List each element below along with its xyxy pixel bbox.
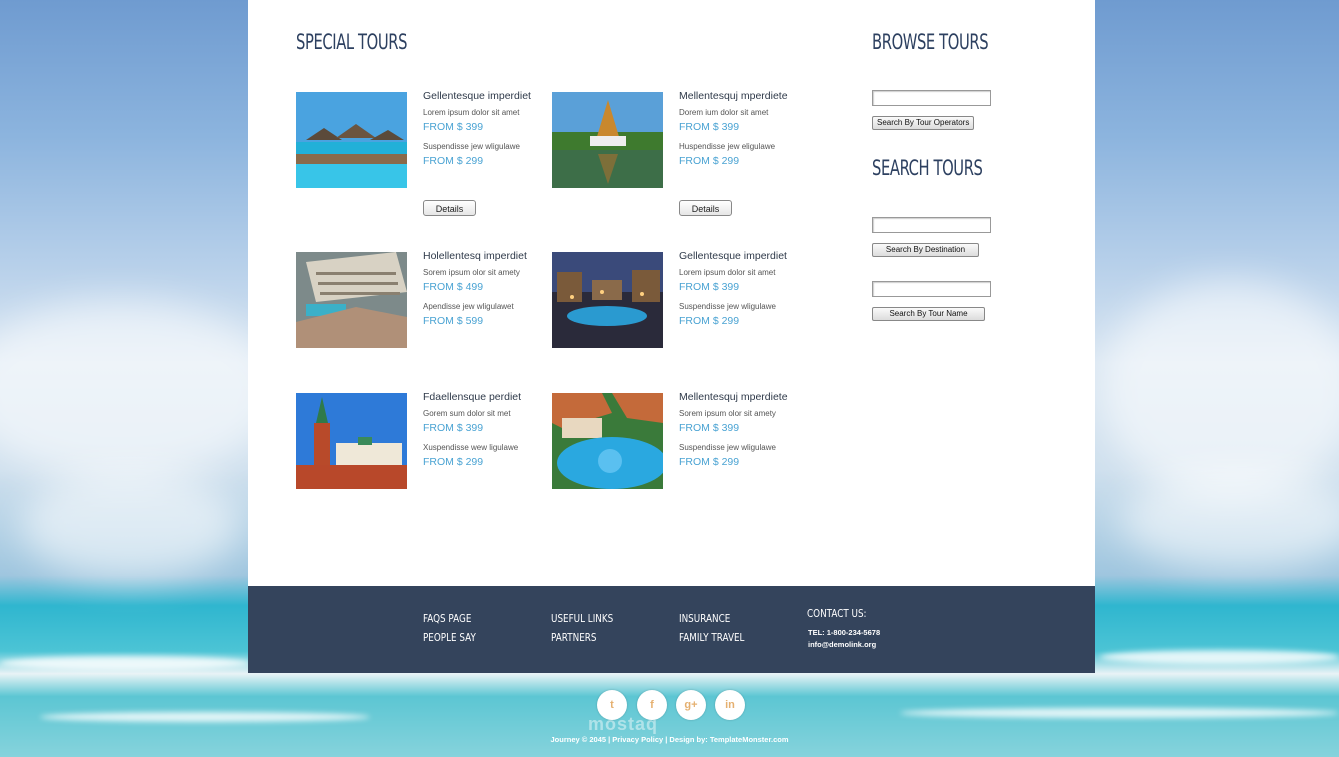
tour-description: Xuspendisse wew ligulawe bbox=[423, 443, 519, 452]
tour-price: FROM $ 399 bbox=[423, 422, 484, 434]
contact-heading: CONTACT US: bbox=[807, 607, 867, 620]
tour-info: Mellentesquj mperdiete Dorem ium dolor s… bbox=[679, 90, 799, 176]
tour-description: Gorem sum dolor sit met bbox=[423, 409, 511, 418]
footer-link-faqs[interactable]: FAQS PAGE bbox=[423, 612, 471, 625]
tour-card: Gellentesque imperdiet Lorem ipsum dolor… bbox=[296, 90, 536, 222]
tour-description: Suspendisse jew wligulawe bbox=[679, 302, 776, 311]
tour-info: Fdaellensque perdiet Gorem sum dolor sit… bbox=[423, 391, 543, 477]
tour-operator-input[interactable] bbox=[872, 90, 991, 106]
search-by-destination-button[interactable]: Search By Destination bbox=[872, 243, 979, 257]
google-plus-icon[interactable]: g+ bbox=[676, 690, 706, 720]
tour-description: Sorem ipsum olor sit amety bbox=[423, 268, 520, 277]
tour-description: Suspendisse jew wligulawe bbox=[679, 443, 776, 452]
tour-name-input[interactable] bbox=[872, 281, 991, 297]
search-by-tour-operators-button[interactable]: Search By Tour Operators bbox=[872, 116, 975, 130]
tour-title[interactable]: Gellentesque imperdiet bbox=[679, 250, 799, 262]
twitter-icon[interactable]: t bbox=[597, 690, 627, 720]
tour-title[interactable]: Mellentesquj mperdiete bbox=[679, 90, 799, 102]
tour-info: Holellentesq imperdiet Sorem ipsum olor … bbox=[423, 250, 543, 336]
linkedin-icon[interactable]: in bbox=[715, 690, 745, 720]
background-wave bbox=[900, 708, 1339, 718]
tour-info: Gellentesque imperdiet Lorem ipsum dolor… bbox=[423, 90, 543, 176]
tour-image-kremlin[interactable] bbox=[296, 393, 407, 489]
tour-description: Huspendisse jew eligulawe bbox=[679, 142, 776, 151]
tour-card: Mellentesquj mperdiete Dorem ium dolor s… bbox=[552, 90, 792, 222]
footer: FAQS PAGE PEOPLE SAY USEFUL LINKS PARTNE… bbox=[248, 586, 1095, 673]
footer-link-insurance[interactable]: INSURANCE bbox=[679, 612, 730, 625]
tour-image-temple[interactable] bbox=[552, 92, 663, 188]
tour-info: Gellentesque imperdiet Lorem ipsum dolor… bbox=[679, 250, 799, 336]
tour-title[interactable]: Holellentesq imperdiet bbox=[423, 250, 543, 262]
facebook-icon[interactable]: f bbox=[637, 690, 667, 720]
tour-description: Lorem ipsum dolor sit amet bbox=[423, 108, 520, 117]
background-cloud bbox=[20, 470, 240, 580]
details-button[interactable]: Details bbox=[423, 200, 476, 216]
tour-info: Mellentesquj mperdiete Sorem ipsum olor … bbox=[679, 391, 799, 477]
tour-card: Mellentesquj mperdiete Sorem ipsum olor … bbox=[552, 391, 792, 523]
tour-price: FROM $ 299 bbox=[679, 155, 740, 167]
tour-title[interactable]: Fdaellensque perdiet bbox=[423, 391, 543, 403]
tour-price: FROM $ 599 bbox=[423, 315, 484, 327]
tour-price: FROM $ 299 bbox=[423, 155, 484, 167]
tour-title[interactable]: Gellentesque imperdiet bbox=[423, 90, 543, 102]
destination-input[interactable] bbox=[872, 217, 991, 233]
tour-description: Sorem ipsum olor sit amety bbox=[679, 409, 776, 418]
tour-card: Holellentesq imperdiet Sorem ipsum olor … bbox=[296, 250, 536, 382]
special-tours-heading: SPECIAL TOURS bbox=[296, 30, 408, 54]
tour-image-night-resort[interactable] bbox=[552, 252, 663, 348]
search-by-tour-name-button[interactable]: Search By Tour Name bbox=[872, 307, 985, 321]
tour-price: FROM $ 499 bbox=[423, 281, 484, 293]
footer-link-family-travel[interactable]: FAMILY TRAVEL bbox=[679, 631, 744, 644]
copyright: Journey © 2045 | Privacy Policy | Design… bbox=[550, 735, 789, 744]
background-cloud bbox=[1120, 470, 1339, 570]
background-cloud bbox=[1100, 280, 1339, 500]
tour-card: Fdaellensque perdiet Gorem sum dolor sit… bbox=[296, 391, 536, 523]
background-wave bbox=[40, 712, 370, 722]
tour-price: FROM $ 399 bbox=[679, 422, 740, 434]
tour-card: Gellentesque imperdiet Lorem ipsum dolor… bbox=[552, 250, 792, 382]
tour-title[interactable]: Mellentesquj mperdiete bbox=[679, 391, 799, 403]
footer-link-people-say[interactable]: PEOPLE SAY bbox=[423, 631, 476, 644]
browse-tours-heading: BROWSE TOURS bbox=[872, 30, 989, 54]
search-tours-heading: SEARCH TOURS bbox=[872, 156, 983, 180]
contact-phone: TEL: 1-800-234-5678 bbox=[808, 628, 881, 637]
contact-email[interactable]: info@demolink.org bbox=[808, 640, 876, 649]
tour-image-overwater-villas[interactable] bbox=[296, 92, 407, 188]
main-content: SPECIAL TOURS Gellentesque imperdiet Lor… bbox=[248, 0, 1095, 586]
background-wave bbox=[1100, 650, 1339, 664]
tour-image-pool-villas[interactable] bbox=[552, 393, 663, 489]
tour-price: FROM $ 399 bbox=[679, 121, 740, 133]
background-cloud bbox=[0, 300, 280, 480]
tour-description: Apendisse jew wligulawet bbox=[423, 302, 514, 311]
tour-price: FROM $ 399 bbox=[679, 281, 740, 293]
tour-image-cliff-hotel[interactable] bbox=[296, 252, 407, 348]
tour-price: FROM $ 299 bbox=[423, 456, 484, 468]
details-button[interactable]: Details bbox=[679, 200, 732, 216]
tour-price: FROM $ 299 bbox=[679, 456, 740, 468]
tour-description: Suspendisse jew wligulawe bbox=[423, 142, 520, 151]
tour-description: Lorem ipsum dolor sit amet bbox=[679, 268, 776, 277]
tour-description: Dorem ium dolor sit amet bbox=[679, 108, 769, 117]
tour-price: FROM $ 299 bbox=[679, 315, 740, 327]
footer-link-partners[interactable]: PARTNERS bbox=[551, 631, 596, 644]
tour-price: FROM $ 399 bbox=[423, 121, 484, 133]
background-wave bbox=[0, 656, 250, 670]
footer-link-useful-links[interactable]: USEFUL LINKS bbox=[551, 612, 613, 625]
